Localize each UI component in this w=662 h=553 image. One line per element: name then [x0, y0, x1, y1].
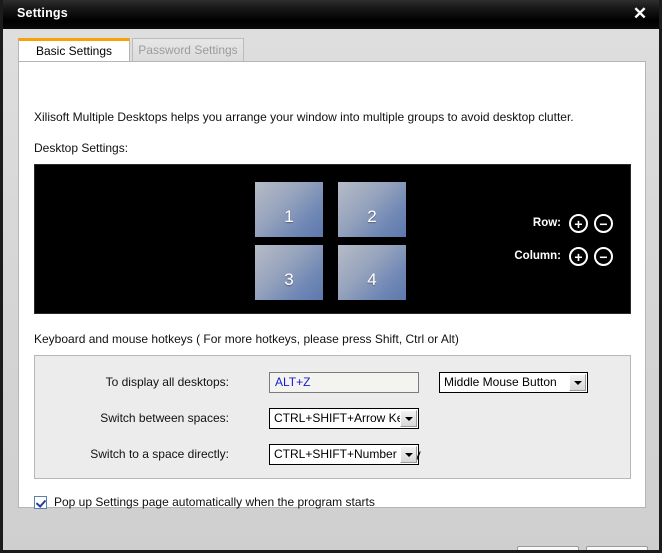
content-panel: Xilisoft Multiple Desktops helps you arr… — [18, 61, 646, 510]
switch-between-spaces-value: CTRL+SHIFT+Arrow Key — [274, 411, 410, 425]
display-all-desktops-label: To display all desktops: — [105, 375, 229, 389]
desktop-tile-4[interactable]: 4 — [338, 245, 406, 300]
chevron-down-icon[interactable] — [400, 410, 417, 427]
tab-password-settings[interactable]: Password Settings — [132, 38, 244, 61]
row-label: Row: — [532, 217, 561, 229]
window-body: Basic Settings Password Settings Xilisof… — [3, 29, 659, 550]
title-bar: Settings ✕ — [3, 0, 659, 30]
column-increase-plus-circle-icon[interactable]: + — [569, 246, 588, 266]
hotkeys-section-title: Keyboard and mouse hotkeys ( For more ho… — [34, 332, 459, 346]
column-control-group: Column: + − — [514, 245, 613, 267]
switch-to-space-directly-value: CTRL+SHIFT+Number Key — [274, 447, 421, 461]
column-decrease-minus-circle-icon[interactable]: − — [594, 246, 613, 266]
switch-between-spaces-dropdown[interactable]: CTRL+SHIFT+Arrow Key — [269, 408, 419, 429]
save-button[interactable]: Save — [517, 546, 579, 550]
desktop-tile-3-label: 3 — [284, 270, 294, 289]
switch-between-spaces-label: Switch between spaces: — [100, 411, 229, 425]
hotkeys-group-box: To display all desktops: ALT+Z Middle Mo… — [34, 355, 631, 479]
hotkey-row-switch-between-spaces: Switch between spaces: CTRL+SHIFT+Arrow … — [35, 408, 630, 430]
row-control-group: Row: + − — [533, 212, 613, 234]
desktop-tile-1[interactable]: 1 — [255, 182, 323, 237]
desktop-tile-4-label: 4 — [367, 270, 377, 289]
tab-password-settings-label: Password Settings — [138, 43, 238, 57]
desktop-preview: 1 2 3 4 Row: + − Column: + − — [34, 164, 631, 314]
mouse-button-dropdown[interactable]: Middle Mouse Button — [439, 372, 588, 393]
hotkey-row-switch-to-space-directly: Switch to a space directly: CTRL+SHIFT+N… — [35, 444, 630, 466]
switch-to-space-directly-dropdown[interactable]: CTRL+SHIFT+Number Key — [269, 444, 421, 465]
desktop-settings-label: Desktop Settings: — [34, 141, 129, 155]
window-title: Settings — [17, 6, 68, 20]
intro-description: Xilisoft Multiple Desktops helps you arr… — [34, 110, 574, 124]
close-icon[interactable]: ✕ — [629, 3, 651, 25]
startup-popup-checkbox[interactable] — [34, 495, 47, 509]
mouse-button-dropdown-value: Middle Mouse Button — [444, 375, 557, 389]
desktop-tile-2-label: 2 — [367, 207, 377, 226]
desktop-tile-2[interactable]: 2 — [338, 182, 406, 237]
hotkey-row-display-all-desktops: To display all desktops: ALT+Z Middle Mo… — [35, 372, 630, 394]
settings-window: Settings ✕ Basic Settings Password Setti… — [0, 0, 662, 553]
close-button[interactable]: Close — [586, 546, 648, 550]
startup-popup-label: Pop up Settings page automatically when … — [54, 495, 375, 509]
row-increase-plus-circle-icon[interactable]: + — [569, 213, 588, 233]
switch-to-space-directly-label: Switch to a space directly: — [90, 447, 229, 461]
chevron-down-icon[interactable] — [400, 446, 417, 463]
row-decrease-minus-circle-icon[interactable]: − — [594, 213, 613, 233]
tab-basic-settings[interactable]: Basic Settings — [18, 38, 130, 61]
display-all-desktops-input[interactable]: ALT+Z — [269, 372, 419, 393]
desktop-tile-3[interactable]: 3 — [255, 245, 323, 300]
column-label: Column: — [514, 250, 561, 262]
chevron-down-icon[interactable] — [569, 374, 586, 391]
tab-basic-settings-label: Basic Settings — [35, 44, 113, 58]
startup-popup-checkbox-row[interactable]: Pop up Settings page automatically when … — [34, 494, 375, 510]
desktop-tile-1-label: 1 — [284, 207, 294, 226]
